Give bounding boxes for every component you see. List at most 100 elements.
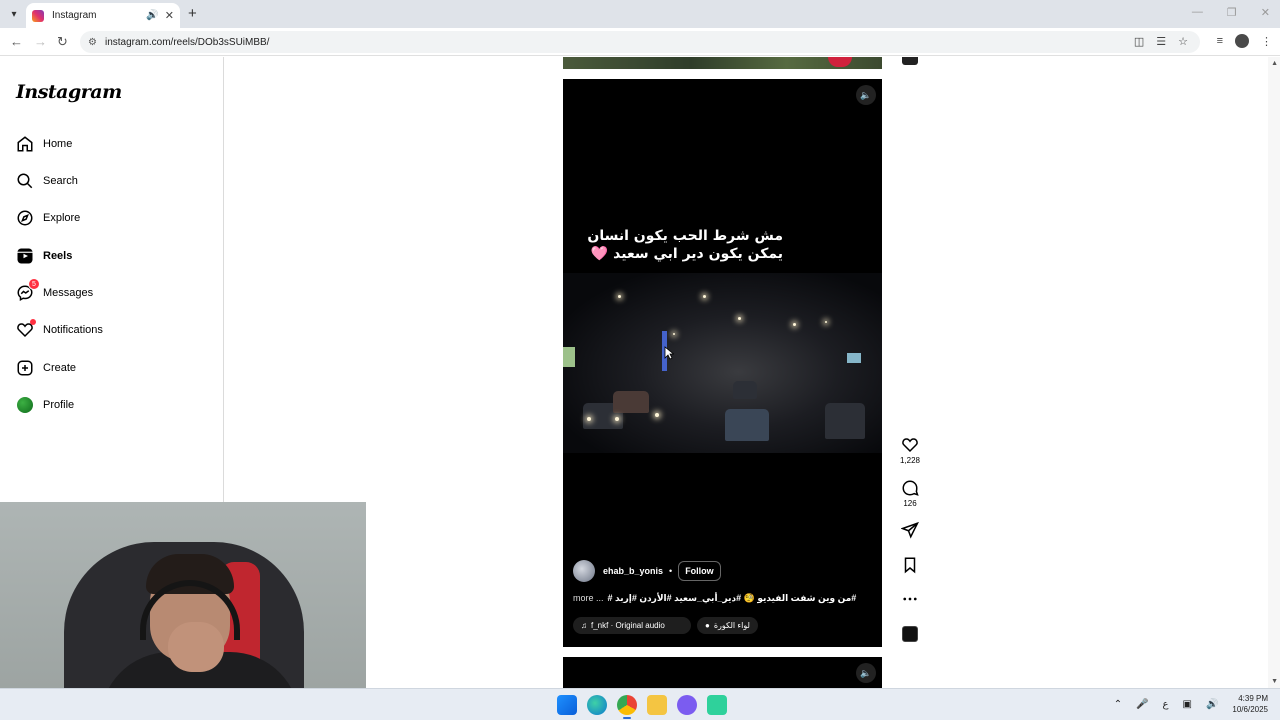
sidebar-item-label: Reels [43,250,73,262]
clock-date: 10/6/2025 [1232,705,1268,714]
caption-more-link[interactable]: more ... [573,593,604,604]
next-reel[interactable]: 🔈 [563,657,882,688]
sidebar-item-profile[interactable]: Profile [16,393,206,417]
reading-list-icon[interactable]: ≡ [1217,35,1223,47]
video-text-overlay: مش شرط الحب يكون انسان يمكن يكون دير ابي… [583,227,783,263]
paper-plane-icon [901,521,919,539]
reel-video[interactable]: 🔈 مش شرط الحب يكون انسان يمكن يكون دير ا… [563,79,882,647]
site-info-icon[interactable]: ⚙ [88,37,97,48]
reload-button[interactable]: ↻ [57,34,68,50]
browser-tab[interactable]: Instagram 🔊 ✕ [26,3,180,28]
translate-icon[interactable]: ☰ [1156,35,1166,48]
back-button[interactable]: ← [10,34,23,49]
share-action[interactable] [901,521,919,539]
ellipsis-icon [903,597,917,601]
follow-button[interactable]: Follow [678,561,721,581]
author-username[interactable]: ehab_b_yonis [603,566,663,576]
scroll-down-arrow-icon[interactable]: ▼ [1271,678,1278,685]
volume-icon[interactable]: 🔈 [856,85,876,105]
network-icon[interactable]: ▣ [1183,699,1192,710]
author-avatar[interactable] [573,560,595,582]
search-icon [16,172,34,190]
car [613,391,649,413]
sidebar-item-explore[interactable]: Explore [16,206,206,230]
night-street-scene [563,273,882,453]
sidebar-item-create[interactable]: Create [16,356,206,380]
minimize-button[interactable]: — [1192,6,1203,19]
page-scrollbar[interactable] [1268,57,1280,688]
avatar-icon [16,396,34,414]
volume-icon[interactable]: 🔈 [856,663,876,683]
url-text: instagram.com/reels/DOb3sSUiMBB/ [104,36,270,48]
plus-square-icon [16,359,34,377]
microphone-icon[interactable]: 🎤 [1136,699,1148,710]
speaker-icon[interactable]: 🔊 [146,10,158,21]
headlight [587,417,591,421]
audio-thumbnail[interactable] [902,626,918,642]
sidebar-item-search[interactable]: Search [16,169,206,193]
install-app-icon[interactable]: ◫ [1134,35,1144,48]
restore-button[interactable]: ❐ [1227,6,1237,19]
notification-dot [30,319,36,325]
like-count: 1,228 [899,456,921,465]
tab-search-button[interactable]: ▾ [4,4,24,24]
bookmark-star-icon[interactable]: ☆ [1178,35,1188,48]
comment-icon [902,480,919,496]
edge-browser-icon[interactable] [587,695,607,715]
discord-icon[interactable] [677,695,697,715]
scroll-up-arrow-icon[interactable]: ▲ [1271,60,1278,67]
sidebar-item-label: Explore [43,212,81,224]
shop-sign [563,347,575,367]
shop-sign [847,353,861,363]
android-app-icon[interactable] [707,695,727,715]
close-window-button[interactable]: ✕ [1261,6,1270,19]
start-windows-icon[interactable] [557,695,577,715]
close-icon[interactable]: ✕ [165,9,174,22]
webcam-person-hand [168,622,224,672]
sidebar-item-messages[interactable]: 5 Messages [16,278,206,305]
address-bar[interactable]: ⚙ instagram.com/reels/DOb3sSUiMBB/ ◫ ☰ ☆ [80,31,1200,53]
sidebar-item-label: Create [43,362,77,374]
headlight [615,417,619,421]
street-light [825,321,827,323]
more-options-action[interactable] [901,590,919,608]
forward-button[interactable]: → [34,34,47,49]
like-action[interactable]: 1,228 [900,436,920,465]
overlay-line: يمكن يكون دير ابي سعيد 🩷 [590,246,783,262]
location-chip[interactable]: ● لواء الكورة [697,617,758,634]
audio-chip[interactable]: ♫ f_nkf · Original audio [573,617,691,634]
audio-label: f_nkf · Original audio [591,621,665,630]
comment-action[interactable]: 126 [901,479,919,508]
chrome-browser-icon[interactable] [617,695,637,719]
clock[interactable]: 4:39 PM 10/6/2025 [1232,693,1268,715]
sidebar-item-reels[interactable]: Reels [16,244,206,268]
street-light [703,295,706,298]
sidebar-item-notifications[interactable]: Notifications [16,318,206,342]
taskbar-apps [557,695,727,719]
new-tab-button[interactable]: + [188,5,197,22]
messages-badge: 5 [28,278,40,290]
sidebar-item-label: Messages [43,287,94,299]
car [725,409,769,441]
reels-icon [16,247,34,265]
overlay-line: مش شرط الحب يكون انسان [587,228,783,244]
reel-actions: 1,228 [896,436,924,465]
home-icon [16,135,34,153]
sidebar-item-home[interactable]: Home [16,132,206,156]
save-action[interactable] [901,556,919,574]
audio-thumb-wrap [896,626,924,642]
messenger-icon: 5 [16,278,40,302]
profile-avatar-icon[interactable] [1235,34,1249,48]
reel-caption: more ... #من وين شفت الفيديو 🧐 #دير_أبي_… [573,593,873,604]
sidebar-item-label: Profile [43,399,75,411]
heart-icon [902,438,918,453]
instagram-logo[interactable]: Instagram [16,81,122,103]
chevron-up-icon[interactable]: ⌃ [1114,699,1122,710]
menu-kebab-icon[interactable]: ⋮ [1261,35,1272,48]
save-action-wrap [896,556,924,574]
clock-time: 4:39 PM [1238,694,1268,703]
file-explorer-icon[interactable] [647,695,667,715]
language-indicator[interactable]: ع [1163,699,1169,710]
volume-tray-icon[interactable]: 🔊 [1206,699,1218,710]
previous-audio-thumb[interactable] [902,57,918,65]
